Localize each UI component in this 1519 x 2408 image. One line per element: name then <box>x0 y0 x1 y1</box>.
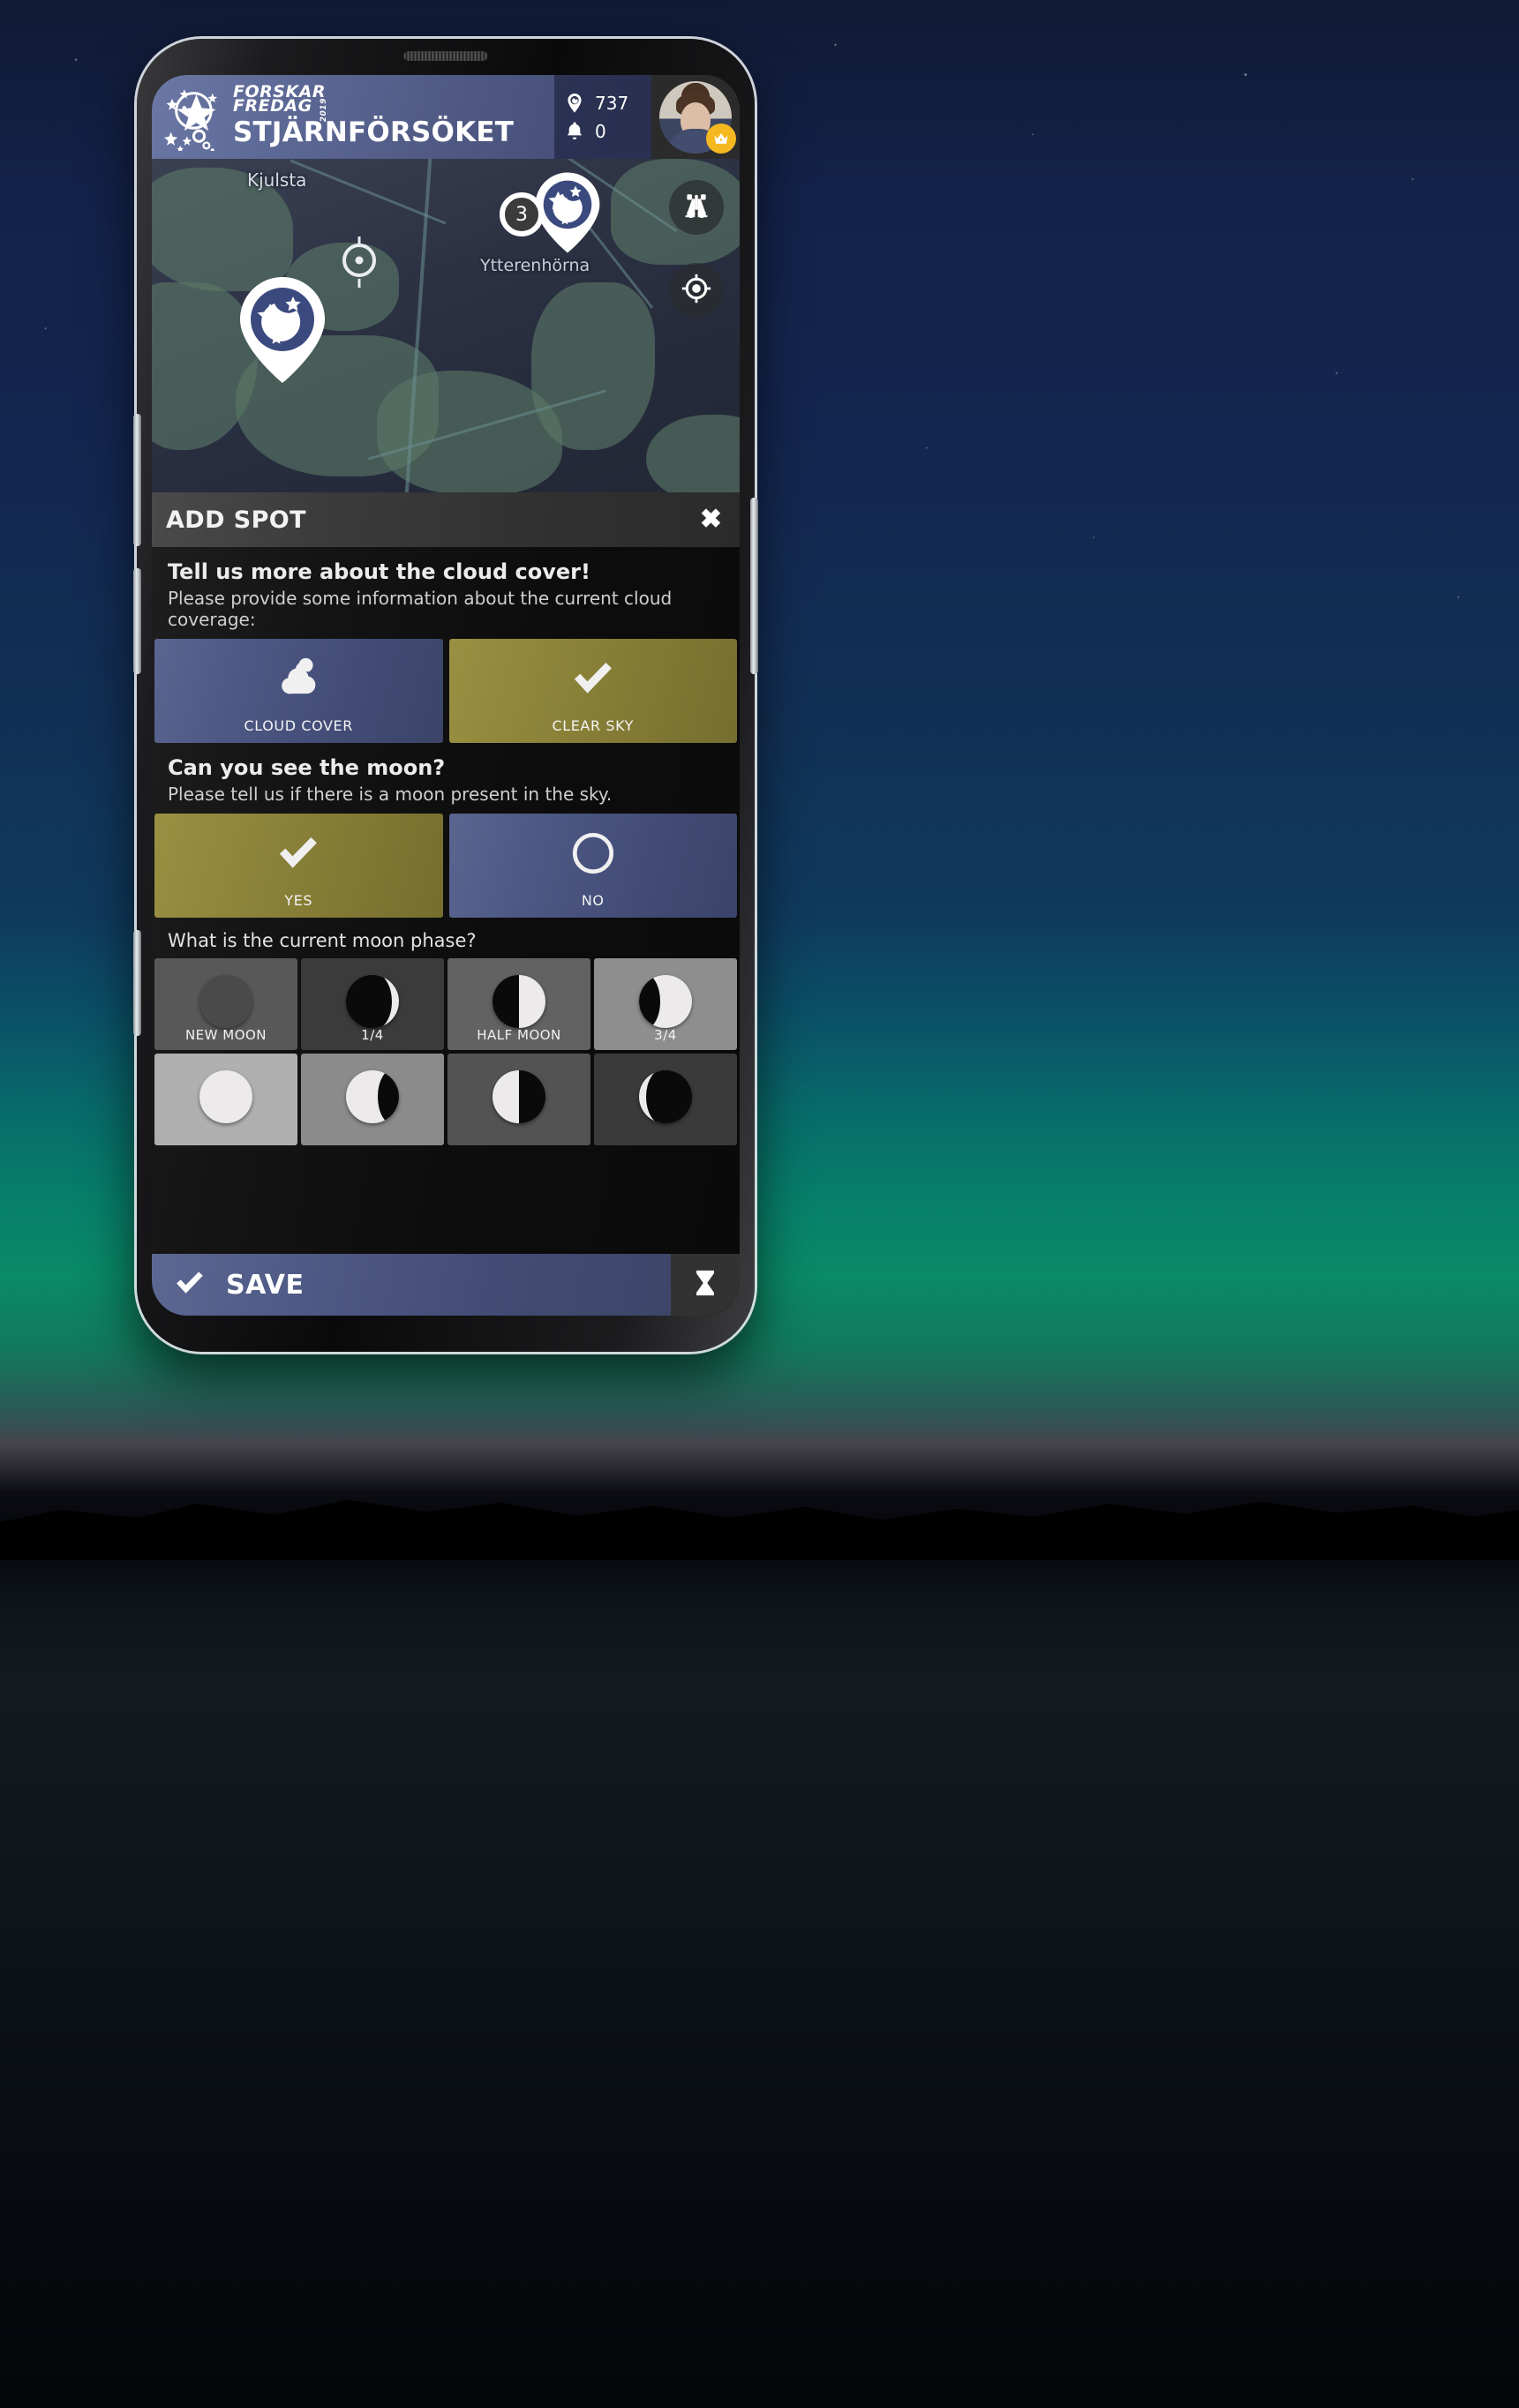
map-place-label: Ytterenhörna <box>480 256 590 275</box>
moon-waning-crescent-icon <box>639 1070 692 1123</box>
add-spot-sheet: ADD SPOT ✖ Tell us more about the cloud … <box>152 492 740 1316</box>
star-moon-pin-icon[interactable] <box>235 275 330 385</box>
moon-new-icon <box>199 975 252 1028</box>
assistant-button[interactable] <box>133 930 141 1036</box>
bell-icon <box>563 120 586 143</box>
choice-clear-sky[interactable]: CLEAR SKY <box>448 639 737 743</box>
brand-year: 2019 <box>319 97 328 122</box>
check-icon <box>568 653 619 704</box>
choice-moon-yes[interactable]: YES <box>154 814 443 918</box>
volume-down-button[interactable] <box>133 568 141 674</box>
star-circle-logo-icon <box>164 84 231 151</box>
pending-uploads-button[interactable] <box>671 1254 740 1316</box>
app-title: STJÄRNFÖRSÖKET <box>233 116 515 149</box>
choice-label: CLEAR SKY <box>552 717 635 734</box>
spots-stat[interactable]: 737 <box>563 92 651 115</box>
treeline-silhouette <box>0 1499 1519 1561</box>
map-landmass <box>531 282 655 450</box>
choice-label: CLOUD COVER <box>244 717 353 734</box>
moon-section-subheading: Please tell us if there is a moon presen… <box>168 784 613 805</box>
moon-waxing-gibbous-icon <box>639 975 692 1028</box>
moon-phase-cell[interactable]: NEW MOON <box>154 958 297 1050</box>
map-pin-moon-icon <box>563 92 586 115</box>
cloud-choice-row: CLOUD COVER CLEAR SKY <box>152 630 740 743</box>
earpiece-speaker <box>403 51 488 61</box>
brand-line-2: FREDAG 2019 <box>233 95 328 122</box>
forskarfredag-wordmark: FORSKAR FREDAG 2019 <box>233 84 514 122</box>
moon-phase-cell[interactable] <box>594 1054 737 1145</box>
volume-up-button[interactable] <box>133 414 141 546</box>
map-cluster-pin[interactable]: 3 <box>500 171 604 254</box>
hourglass-icon <box>690 1268 720 1302</box>
circle-outline-icon <box>569 828 617 879</box>
sheet-header: ADD SPOT ✖ <box>152 492 740 547</box>
app-brand: FORSKAR FREDAG 2019 STJÄRNFÖRSÖKET <box>152 75 554 159</box>
save-button[interactable]: SAVE <box>152 1254 671 1316</box>
crown-icon <box>706 124 736 154</box>
moon-phase-cell[interactable]: HALF MOON <box>447 958 590 1050</box>
close-x-icon[interactable]: ✖ <box>700 506 722 533</box>
choice-label: NO <box>581 892 605 909</box>
moon-phase-question: What is the current moon phase? <box>168 930 477 951</box>
cloud-icon <box>273 653 324 704</box>
header-stats: 737 0 <box>554 75 651 159</box>
moon-phase-label: 3/4 <box>654 1027 677 1043</box>
moon-phase-label: 1/4 <box>361 1027 384 1043</box>
choice-cloud-cover[interactable]: CLOUD COVER <box>154 639 443 743</box>
moon-waxing-crescent-icon <box>346 975 399 1028</box>
moon-phase-cell[interactable]: 3/4 <box>594 958 737 1050</box>
moon-phase-label: NEW MOON <box>184 1027 267 1043</box>
moon-waning-gibbous-icon <box>346 1070 399 1123</box>
phone-screen: FORSKAR FREDAG 2019 STJÄRNFÖRSÖKET 737 0… <box>152 75 740 1316</box>
locate-crosshair-icon <box>681 274 711 308</box>
cluster-count-badge[interactable]: 3 <box>500 192 544 236</box>
binoculars-icon <box>681 191 711 225</box>
map-view[interactable]: Kjulsta Ytterenhörna 3 <box>152 159 740 492</box>
map-road <box>290 159 447 225</box>
moon-full-icon <box>199 1070 252 1123</box>
notifications-stat[interactable]: 0 <box>563 120 651 143</box>
moon-first-quarter-icon <box>493 975 545 1028</box>
check-icon <box>273 828 324 879</box>
moon-choice-row: YES NO <box>152 805 740 918</box>
moon-phase-label: HALF MOON <box>477 1027 561 1043</box>
crosshair-target-icon[interactable] <box>342 244 376 277</box>
sheet-title: ADD SPOT <box>166 506 306 534</box>
notifications-count: 0 <box>595 120 606 142</box>
moon-phase-cell[interactable] <box>301 1054 444 1145</box>
moon-phase-cell[interactable] <box>154 1054 297 1145</box>
locate-me-button[interactable] <box>669 263 724 318</box>
binoculars-button[interactable] <box>669 180 724 235</box>
power-button[interactable] <box>750 498 758 674</box>
choice-moon-no[interactable]: NO <box>448 814 737 918</box>
moon-last-quarter-icon <box>493 1070 545 1123</box>
sheet-body: Tell us more about the cloud cover! Plea… <box>152 547 740 1316</box>
map-place-label: Kjulsta <box>247 169 307 191</box>
phone-device-frame: FORSKAR FREDAG 2019 STJÄRNFÖRSÖKET 737 0… <box>133 39 758 1352</box>
save-label: SAVE <box>226 1269 305 1301</box>
moon-phase-cell[interactable]: 1/4 <box>301 958 444 1050</box>
avatar-button[interactable] <box>651 75 740 159</box>
moon-phase-grid: NEW MOON 1/4 HALF MOON 3/4 <box>152 951 740 1145</box>
spots-count: 737 <box>595 92 629 114</box>
save-bar: SAVE <box>152 1254 740 1316</box>
check-icon <box>173 1266 207 1304</box>
choice-label: YES <box>284 892 313 909</box>
map-landmass <box>646 415 740 492</box>
cloud-section-heading: Tell us more about the cloud cover! <box>168 559 590 584</box>
brand-text-block: FORSKAR FREDAG 2019 STJÄRNFÖRSÖKET <box>233 84 515 149</box>
app-header: FORSKAR FREDAG 2019 STJÄRNFÖRSÖKET 737 0 <box>152 75 740 159</box>
moon-section-heading: Can you see the moon? <box>168 755 446 780</box>
cloud-section-subheading: Please provide some information about th… <box>168 588 673 630</box>
moon-phase-cell[interactable] <box>447 1054 590 1145</box>
